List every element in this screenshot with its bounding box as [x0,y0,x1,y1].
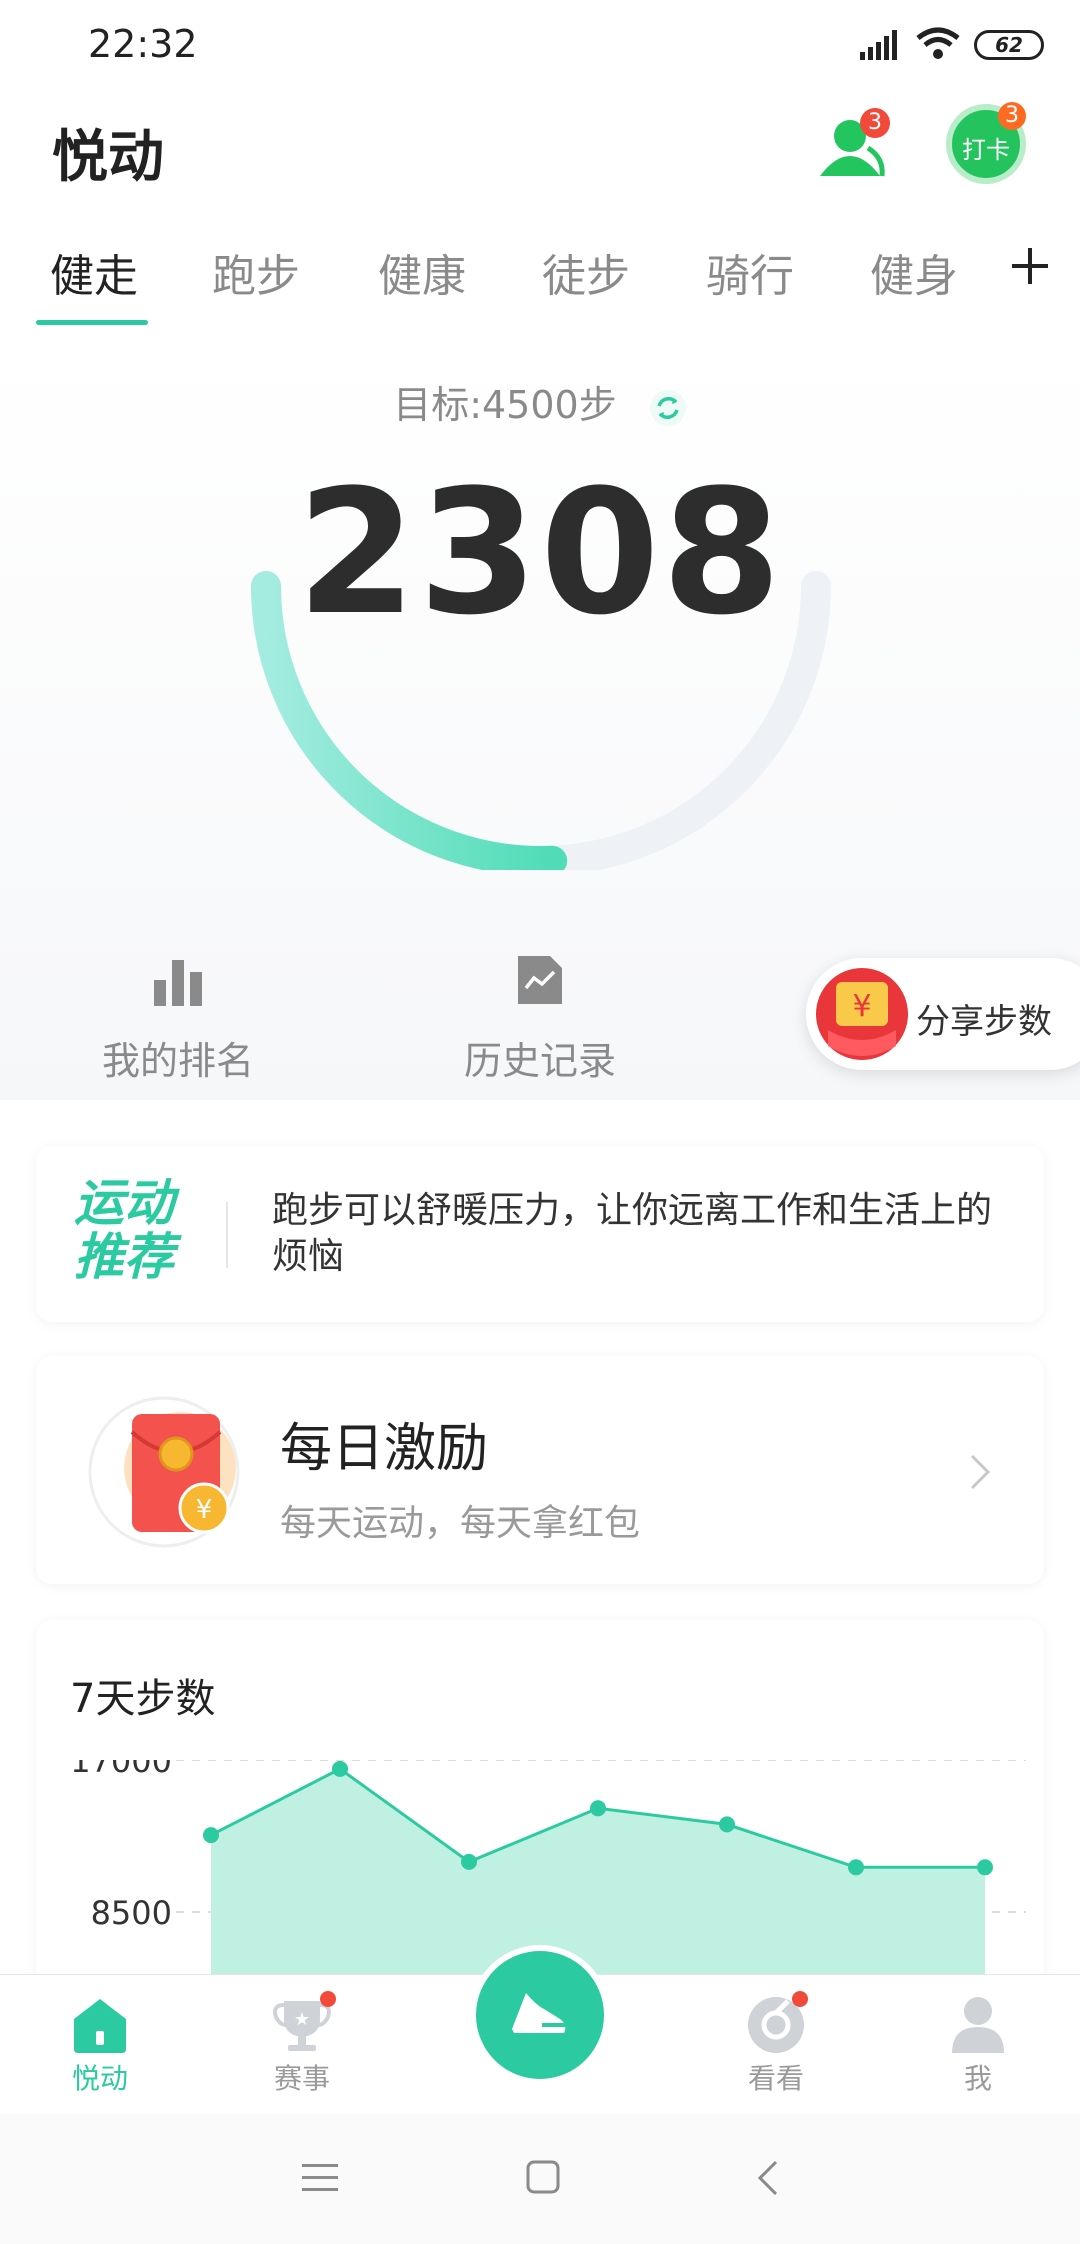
menu-icon[interactable] [302,2162,338,2194]
tab-health[interactable]: 健康 [378,240,466,304]
recommendation-card[interactable]: 运动 推荐 跑步可以舒暖压力，让你远离工作和生活上的烦恼 [36,1146,1044,1322]
recommendation-title-line1: 运动 [74,1174,174,1232]
nav-label-me: 我 [963,2062,992,2095]
tab-hike[interactable]: 徒步 [542,240,630,304]
goal-text: 目标:4500步 [393,383,617,427]
divider [226,1202,228,1268]
step-count: 2308 [296,452,784,653]
svg-text:¥: ¥ [852,989,871,1024]
chevron-right-icon [970,1454,991,1490]
bar-chart-icon [154,960,202,1006]
share-steps-label: 分享步数 [916,1002,1052,1042]
watch-notification-dot [792,1991,808,2007]
chart-point [461,1853,477,1870]
home-icon [74,1999,126,2053]
svg-text:★: ★ [294,2009,310,2030]
daily-reward-title: 每日激励 [280,1419,489,1479]
daily-reward-subtitle: 每天运动，每天拿红包 [280,1503,641,1544]
wifi-icon [916,27,960,59]
nav-item-me[interactable]: 我 [908,1975,1048,2115]
recommendation-title: 运动 推荐 [74,1176,174,1284]
nav-item-home[interactable]: 悦动 [30,1975,170,2115]
chart-point [848,1859,864,1876]
goal-label: 目标:4500步 [0,374,1080,429]
checkin-button[interactable]: 打卡 3 [946,102,1026,184]
start-run-circle [476,1951,604,2079]
status-bar: 22:32 62 [0,0,1080,90]
chart-point [203,1827,219,1844]
red-envelope-icon: ¥ [88,1396,240,1548]
recommendation-title-line2: 推荐 [74,1228,174,1286]
tab-cycle[interactable]: 骑行 [706,240,794,304]
tab-active-indicator [36,320,148,325]
chart-title: 7天步数 [70,1676,216,1722]
signal-icon [860,30,897,60]
history-label: 历史记录 [463,1039,616,1083]
battery-level: 62 [995,33,1023,57]
home-square-icon[interactable] [526,2160,560,2194]
share-steps-button[interactable]: ¥ 分享步数 [806,958,1080,1070]
friends-badge: 3 [860,108,890,138]
svg-text:¥: ¥ [196,1495,213,1525]
friends-button[interactable]: 3 [812,108,892,188]
checkin-label: 打卡 [962,136,1010,164]
chart-y-tick-label: 8500 [91,1894,172,1932]
nav-label-events: 赛事 [273,2062,330,2095]
tab-fitness[interactable]: 健身 [870,240,958,304]
tab-walk[interactable]: 健走 [50,240,138,304]
checkin-badge: 3 [998,102,1026,130]
history-chart-icon [518,956,562,1004]
chart-y-tick-label: 17000 [70,1760,172,1780]
chart-point [977,1859,993,1876]
plus-icon[interactable] [1012,248,1048,284]
running-shoe-icon [512,1993,568,2037]
nav-item-events[interactable]: ★ 赛事 [232,1975,372,2115]
nav-label-watch: 看看 [747,2062,804,2095]
refresh-icon[interactable] [649,389,687,427]
red-packet-icon: ¥ [816,968,908,1060]
status-time: 22:32 [88,22,198,66]
back-icon[interactable] [756,2158,780,2198]
recommendation-text: 跑步可以舒暖压力，让你远离工作和生活上的烦恼 [272,1190,993,1277]
chart-point [719,1816,735,1833]
profile-icon [952,1997,1004,2053]
system-nav-bar [0,2114,1080,2244]
battery-icon: 62 [974,30,1044,60]
ranking-label: 我的排名 [101,1039,254,1083]
tab-run[interactable]: 跑步 [212,240,300,304]
events-notification-dot [320,1991,336,2007]
page-title: 悦动 [52,125,164,190]
start-run-button[interactable] [470,1945,610,2085]
daily-reward-card[interactable]: ¥ 每日激励 每天运动，每天拿红包 [36,1356,1044,1584]
nav-item-watch[interactable]: 看看 [706,1975,846,2115]
bottom-nav: 悦动 ★ 赛事 看看 我 [0,1945,1080,2115]
chart-point [332,1760,348,1777]
nav-label-home: 悦动 [71,2062,128,2095]
chart-point [590,1800,606,1817]
